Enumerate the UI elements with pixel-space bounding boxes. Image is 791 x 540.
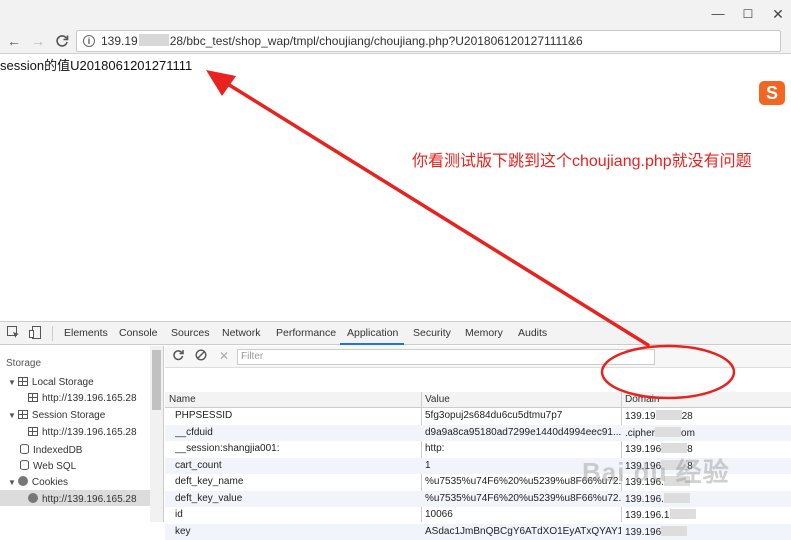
table-row[interactable]: PHPSESSID 5fg3opuj2s684du6cu5dtmu7p7 139… <box>165 408 791 425</box>
sidebar-item-local-storage-host[interactable]: http://139.196.165.28 <box>28 393 137 404</box>
devtools-panel: Elements Console Sources Network Perform… <box>0 321 791 521</box>
column-header-domain[interactable]: Domain <box>625 394 659 405</box>
tab-separator <box>52 326 53 341</box>
grid-icon <box>28 427 38 436</box>
minimize-icon[interactable]: — <box>703 4 733 24</box>
annotation-text: 你看测试版下跳到这个choujiang.php就没有问题 <box>412 147 752 171</box>
grid-icon <box>18 410 28 419</box>
tab-network[interactable]: Network <box>222 327 261 339</box>
device-toolbar-icon[interactable] <box>28 326 42 340</box>
sidebar-item-indexeddb[interactable]: IndexedDB <box>20 444 82 456</box>
clear-all-icon[interactable] <box>194 349 208 363</box>
page-content: session的值U2018061201271111 S 你看测试版下跳到这个c… <box>0 55 791 321</box>
close-icon[interactable]: ✕ <box>763 4 791 24</box>
devtools-tabbar: Elements Console Sources Network Perform… <box>0 322 791 345</box>
scrollbar-thumb[interactable] <box>152 350 161 410</box>
tab-sources[interactable]: Sources <box>171 327 210 339</box>
url-text[interactable]: 139.1928/bbc_test/shop_wap/tmpl/choujian… <box>101 34 583 48</box>
active-tab-indicator <box>340 343 404 345</box>
session-value-text: session的值U2018061201271111 <box>0 55 192 74</box>
tab-console[interactable]: Console <box>119 327 158 339</box>
delete-selected-icon[interactable]: ✕ <box>217 349 231 363</box>
sidebar-scrollbar[interactable] <box>150 346 163 522</box>
cookie-icon <box>28 493 38 503</box>
address-bar[interactable]: i 139.1928/bbc_test/shop_wap/tmpl/chouji… <box>76 30 781 52</box>
inspect-element-icon[interactable] <box>6 326 20 340</box>
expand-arrow-icon[interactable]: ▼ <box>8 478 16 487</box>
cookies-view: ✕ Filter Name Value Domain PHPSESSID 5fg… <box>165 346 791 522</box>
sidebar-item-session-storage-host[interactable]: http://139.196.165.28 <box>28 427 137 438</box>
tab-application[interactable]: Application <box>347 327 398 339</box>
filter-input[interactable]: Filter <box>237 349 655 365</box>
cookie-icon <box>18 476 28 486</box>
browser-toolbar: ← → i 139.1928/bbc_test/shop_wap/tmpl/ch… <box>0 28 791 54</box>
tab-performance[interactable]: Performance <box>276 327 336 339</box>
refresh-icon[interactable] <box>171 349 185 363</box>
expand-arrow-icon[interactable]: ▼ <box>8 411 16 420</box>
column-header-name[interactable]: Name <box>169 394 196 405</box>
table-row[interactable]: id 10066 139.196.1 <box>165 507 791 524</box>
grid-icon <box>28 393 38 402</box>
grid-icon <box>18 377 28 386</box>
window-titlebar: — ☐ ✕ <box>0 0 791 28</box>
database-icon <box>20 460 29 470</box>
sidebar-item-cookies-host[interactable]: http://139.196.165.28 <box>28 493 137 505</box>
filter-toolbar: ✕ Filter <box>165 346 791 368</box>
baidu-watermark: Bai du 经验 <box>582 452 730 489</box>
column-header-value[interactable]: Value <box>425 394 450 405</box>
expand-arrow-icon[interactable]: ▼ <box>8 378 16 387</box>
application-sidebar: Storage ▼Local Storage http://139.196.16… <box>0 346 164 522</box>
redacted-block <box>139 34 169 46</box>
table-row[interactable]: __cfduid d9a9a8ca95180ad7299e1440d4994ee… <box>165 425 791 442</box>
table-header: Name Value Domain <box>165 392 791 408</box>
sidebar-item-cookies[interactable]: ▼Cookies <box>8 476 68 488</box>
maximize-icon[interactable]: ☐ <box>733 4 763 24</box>
forward-arrow-icon[interactable]: → <box>28 31 48 51</box>
info-icon[interactable]: i <box>83 35 95 47</box>
table-row[interactable]: deft_key_value %u7535%u74F6%20%u5239%u8F… <box>165 491 791 508</box>
sidebar-item-websql[interactable]: Web SQL <box>20 460 76 472</box>
back-arrow-icon[interactable]: ← <box>4 31 24 51</box>
tab-elements[interactable]: Elements <box>64 327 108 339</box>
database-icon <box>20 444 29 454</box>
table-row[interactable]: key ASdac1JmBnQBCgY6ATdXO1EyATxQYAY1... … <box>165 524 791 540</box>
storage-heading: Storage <box>6 358 41 369</box>
tab-audits[interactable]: Audits <box>518 327 547 339</box>
sogou-input-icon[interactable]: S <box>759 81 785 105</box>
reload-icon[interactable] <box>52 31 72 51</box>
tab-security[interactable]: Security <box>413 327 451 339</box>
tab-memory[interactable]: Memory <box>465 327 503 339</box>
sidebar-item-session-storage[interactable]: ▼Session Storage <box>8 410 105 421</box>
sidebar-item-local-storage[interactable]: ▼Local Storage <box>8 377 94 388</box>
